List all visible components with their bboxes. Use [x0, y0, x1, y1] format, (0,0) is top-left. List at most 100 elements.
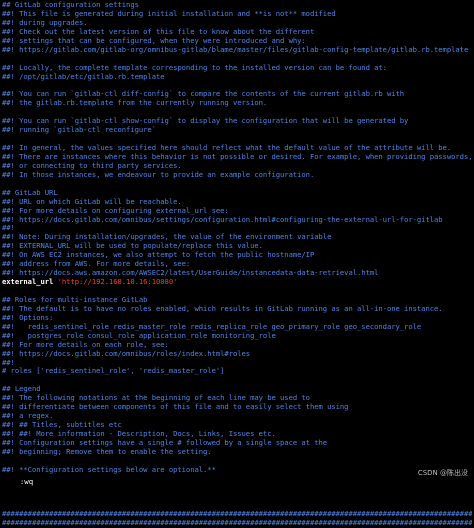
line-text: ##! For more details on each role, see: — [2, 340, 169, 349]
editor-line: ########################################… — [2, 510, 472, 519]
line-text: ##! Check out the latest version of this… — [2, 27, 315, 36]
editor-line: ##! ##! More information - Description, … — [2, 430, 472, 439]
line-text: ##! differentiate between components of … — [2, 403, 349, 412]
line-text: ##! the gitlab.rb.template from the curr… — [2, 99, 268, 108]
editor-line: ##! For more details on each role, see: — [2, 341, 472, 350]
editor-line: ##! — [2, 359, 472, 368]
line-text: ##! On AWS EC2 instances, we also attemp… — [2, 251, 315, 260]
editor-line: ##! postgres_role consul_role applicatio… — [2, 332, 472, 341]
line-text: ##! address from AWS. For more details, … — [2, 260, 191, 269]
line-text: ## GitLab configuration settings — [2, 1, 139, 9]
editor-line: ##! https://gitlab.com/gitlab-org/omnibu… — [2, 46, 472, 55]
line-text: ##! /opt/gitlab/etc/gitlab.rb.template — [2, 72, 165, 81]
editor-line: ##! https://docs.gitlab.com/omnibus/role… — [2, 350, 472, 359]
line-text: ########################################… — [2, 519, 472, 528]
line-text: ##! — [2, 358, 15, 367]
editor-line: ##! Locally, the complete template corre… — [2, 64, 472, 73]
line-text: ##! In general, the values specified her… — [2, 144, 452, 152]
editor-line: ##! /opt/gitlab/etc/gitlab.rb.template — [2, 73, 472, 82]
line-text: ##! The following notations at the begin… — [2, 394, 310, 403]
line-text: ##! https://gitlab.com/gitlab-org/omnibu… — [2, 45, 469, 54]
watermark-label: CSDN @陈出没 — [417, 469, 468, 477]
editor-line: # roles ['redis_sentinel_role', 'redis_m… — [2, 367, 472, 376]
line-text: ##! EXTERNAL_URL will be used to populat… — [2, 242, 263, 251]
editor-line: ##! You can run `gitlab-ctl diff-config`… — [2, 90, 472, 99]
editor-line: ##! running `gitlab-ctl reconfigure` — [2, 126, 472, 135]
vim-command-line[interactable]: :wq — [2, 467, 472, 486]
line-text: ## GitLab URL — [2, 188, 58, 197]
line-text: ##! URL on which GitLab will be reachabl… — [2, 197, 182, 206]
line-text: ##! settings that can be configured, whe… — [2, 36, 306, 45]
editor-line: ##! This file is generated during initia… — [2, 10, 472, 19]
editor-line: ##! Configuration settings have a single… — [2, 439, 472, 448]
editor-line: ##! Check out the latest version of this… — [2, 28, 472, 37]
editor-line: ##! ## Titles, subtitles etc — [2, 421, 472, 430]
line-text: ## Roles for multi-instance GitLab — [2, 295, 148, 304]
line-text: ##! running `gitlab-ctl reconfigure` — [2, 126, 156, 135]
line-text: ##! — [2, 224, 15, 233]
editor-line: ##! Options: — [2, 314, 472, 323]
editor-line: ##! The default is to have no roles enab… — [2, 305, 472, 314]
line-text: ##! Options: — [2, 313, 54, 322]
editor-line: ##! https://docs.aws.amazon.com/AWSEC2/l… — [2, 269, 472, 278]
editor-line: ##! differentiate between components of … — [2, 403, 472, 412]
line-text: ##! ##! More information - Description, … — [2, 430, 276, 438]
editor-line: ##! address from AWS. For more details, … — [2, 260, 472, 269]
editor-line: ##! On AWS EC2 instances, we also attemp… — [2, 251, 472, 260]
editor-line: external_url 'http://192.168.10.16:10080… — [2, 278, 472, 287]
command-text: :wq — [19, 477, 34, 486]
line-text: ##! Configuration settings have a single… — [2, 438, 328, 447]
editor-line: ## Legend — [2, 385, 472, 394]
editor-line: ##! beginning; Remove them to enable the… — [2, 448, 472, 457]
line-text: ##! during upgrades. — [2, 18, 88, 27]
line-text: ##! or connecting to third party service… — [2, 161, 182, 170]
line-text: ##! ## Titles, subtitles etc — [2, 421, 122, 430]
vim-editor[interactable]: ## GitLab configuration settings ##! This… — [0, 0, 474, 527]
line-text: ##! a regex. — [2, 412, 54, 421]
editor-line: ##! https://docs.gitlab.com/omnibus/sett… — [2, 216, 472, 225]
editor-line: ##! Note: During installation/upgrades, … — [2, 233, 472, 242]
line-text: ##! For more details on configuring exte… — [2, 206, 229, 215]
line-text: ##! beginning; Remove them to enable the… — [2, 447, 212, 456]
editor-line: ##! settings that can be configured, whe… — [2, 37, 472, 46]
editor-line: ## GitLab URL — [2, 189, 472, 198]
editor-line: ## Roles for multi-instance GitLab — [2, 296, 472, 305]
editor-line: ##! during upgrades. — [2, 19, 472, 28]
editor-line: ##! redis_sentinel_role redis_master_rol… — [2, 323, 472, 332]
editor-line: ##! In general, the values specified her… — [2, 144, 472, 153]
line-text: ##! This file is generated during initia… — [2, 9, 336, 18]
editor-line: ## GitLab configuration settings — [2, 1, 472, 10]
config-key: external_url — [2, 278, 54, 287]
editor-line: ##! EXTERNAL_URL will be used to populat… — [2, 242, 472, 251]
editor-line: ##! — [2, 224, 472, 233]
editor-line: ##! a regex. — [2, 412, 472, 421]
editor-line: ##! URL on which GitLab will be reachabl… — [2, 198, 472, 207]
editor-line: ##! or connecting to third party service… — [2, 162, 472, 171]
line-text: ##! You can run `gitlab-ctl diff-config`… — [2, 90, 405, 99]
line-text: ##! There are instances where this behav… — [2, 152, 472, 161]
editor-line: ##! There are instances where this behav… — [2, 153, 472, 162]
editor-line: ##! The following notations at the begin… — [2, 394, 472, 403]
line-text: ##! redis_sentinel_role redis_master_rol… — [2, 322, 422, 331]
line-text: ## Legend — [2, 385, 41, 394]
line-text: ##! https://docs.gitlab.com/omnibus/sett… — [2, 215, 443, 224]
line-text: ##! https://docs.gitlab.com/omnibus/role… — [2, 349, 251, 358]
line-text: ########################################… — [2, 510, 472, 519]
line-text: ##! https://docs.aws.amazon.com/AWSEC2/l… — [2, 269, 379, 278]
line-text: ##! Locally, the complete template corre… — [2, 63, 387, 72]
config-value: 'http://192.168.10.16:10080' — [57, 278, 178, 287]
line-text: ##! Note: During installation/upgrades, … — [2, 233, 332, 242]
editor-text-area[interactable]: ## GitLab configuration settings ##! This… — [2, 1, 472, 528]
editor-line: ##! In those instances, we endeavour to … — [2, 171, 472, 180]
editor-line: ########################################… — [2, 519, 472, 528]
